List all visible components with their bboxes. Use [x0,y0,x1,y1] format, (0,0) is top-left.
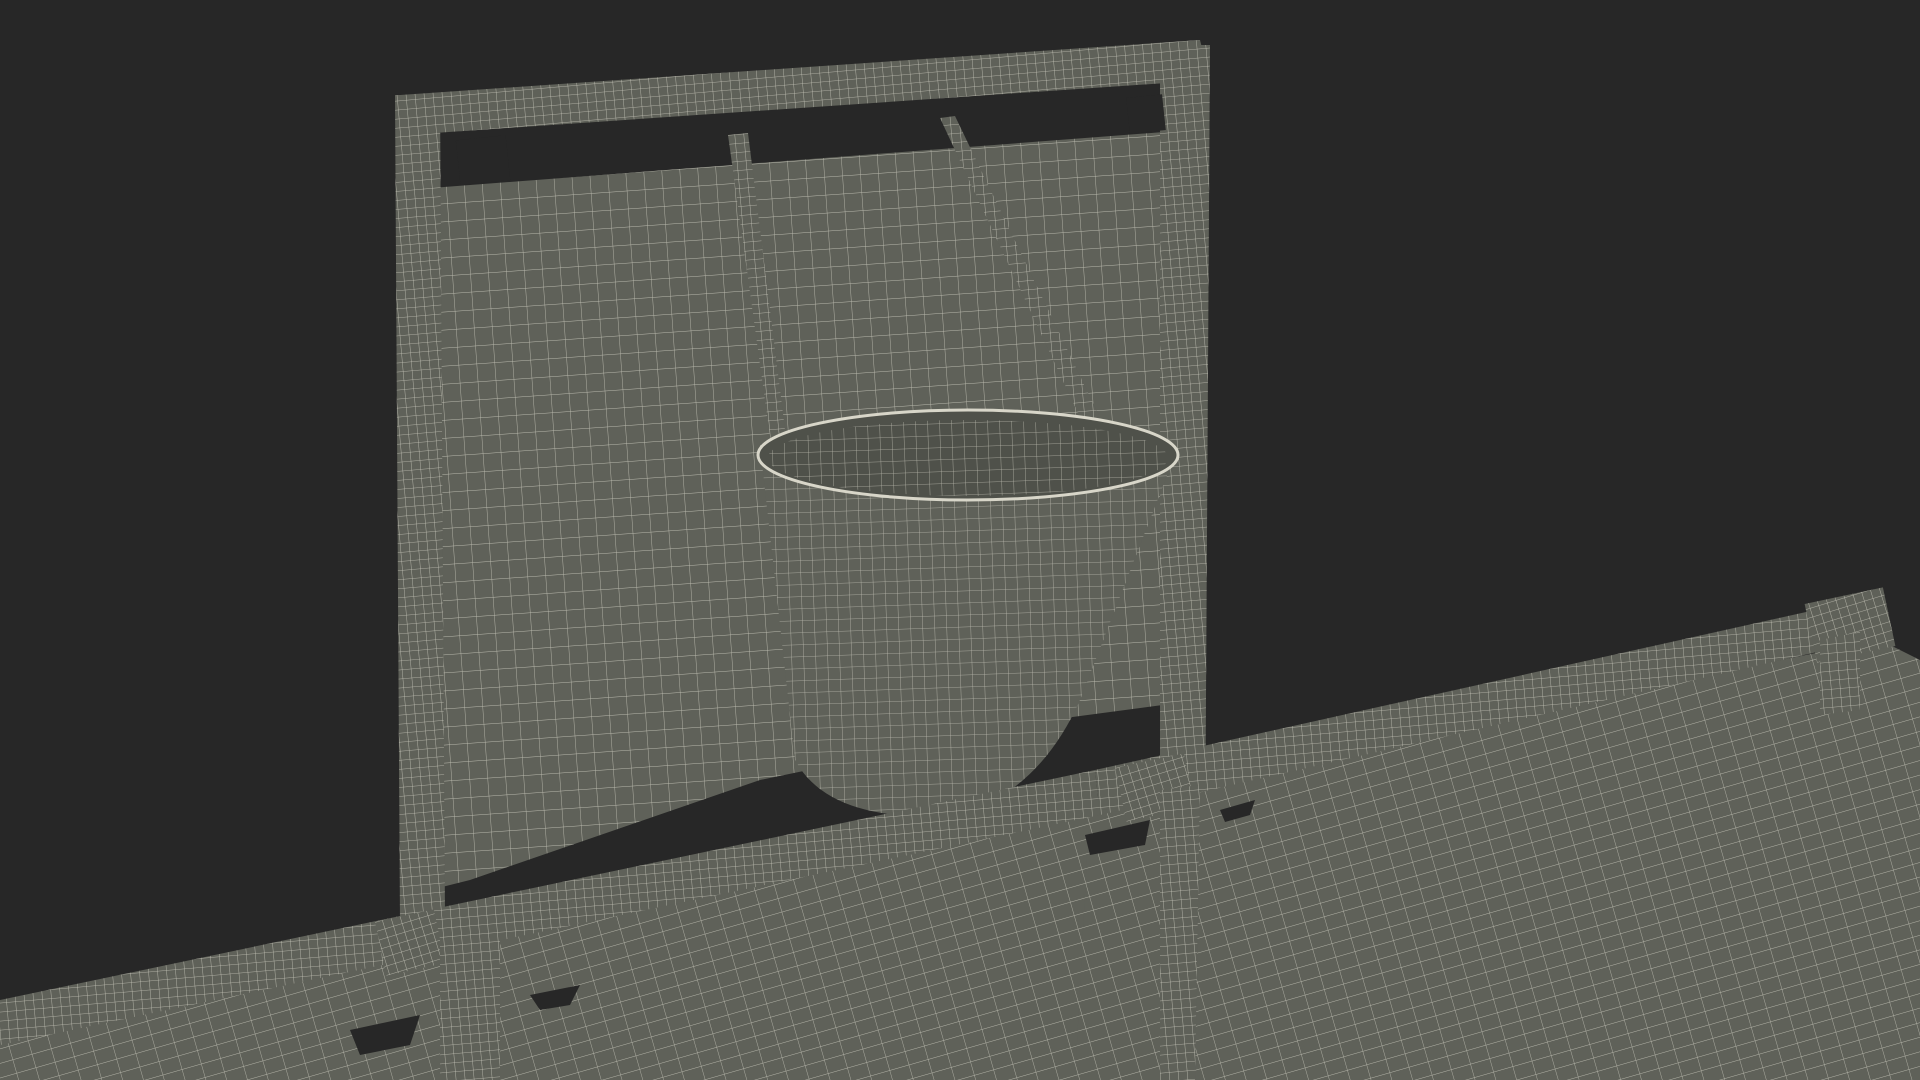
frame-corner-hole-left [455,135,511,186]
wireframe-scene [0,40,1920,1080]
frame-corner-hole-right [1126,94,1166,134]
